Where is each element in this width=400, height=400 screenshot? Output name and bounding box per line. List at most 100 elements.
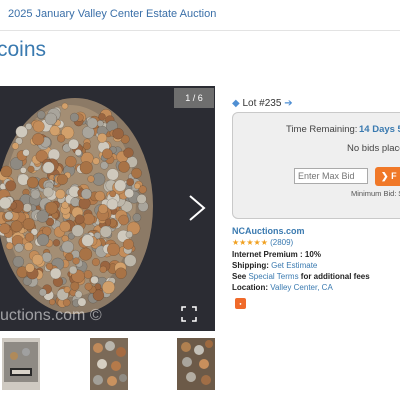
place-bid-label: F: [391, 171, 397, 181]
shipping-row: Shipping: Get Estimate: [232, 261, 317, 270]
coin: [96, 120, 104, 127]
terms-prefix: See: [232, 272, 247, 281]
photo-counter: 1 / 6: [174, 88, 214, 108]
thumbnail-1[interactable]: [2, 338, 40, 390]
coin: [65, 252, 74, 262]
coin: [12, 255, 25, 268]
coin: [31, 253, 44, 266]
terms-suffix: for additional fees: [300, 272, 370, 281]
coin: [41, 251, 53, 263]
coin: [98, 204, 109, 214]
coin: [136, 193, 147, 205]
coin: [44, 112, 58, 126]
next-photo-icon[interactable]: [186, 194, 208, 222]
seller-name-link[interactable]: NCAuctions.com: [232, 226, 305, 236]
coin: [0, 196, 12, 210]
coin: [122, 238, 134, 250]
location-label: Location:: [232, 283, 268, 292]
bid-arrow-icon: ❯: [381, 171, 389, 181]
coin: [32, 120, 45, 133]
coin: [101, 280, 116, 294]
coin: [65, 155, 77, 168]
coin: [126, 178, 135, 187]
place-bid-button[interactable]: ❯ F: [375, 167, 400, 186]
location-row: Location: Valley Center, CA: [232, 283, 333, 292]
coin: [24, 241, 34, 252]
coin: [4, 211, 14, 221]
terms-row: See Special Terms for additional fees: [232, 272, 370, 281]
coin: [79, 247, 93, 261]
coin: [68, 265, 78, 275]
special-terms-link[interactable]: Special Terms: [248, 272, 298, 281]
seller-rating[interactable]: ★★★★★ (2809): [232, 238, 293, 247]
coin: [24, 232, 35, 242]
coin: [99, 265, 107, 274]
fullscreen-icon[interactable]: [181, 306, 197, 322]
coin: [25, 263, 35, 273]
coin: [99, 225, 112, 238]
coin: [74, 148, 82, 157]
coin: [42, 161, 55, 174]
coin: [49, 267, 62, 280]
coin: [36, 210, 49, 223]
coin: [56, 134, 66, 143]
coin: [131, 167, 142, 179]
coin: [106, 168, 119, 181]
coin: [98, 113, 106, 121]
coin: [63, 286, 71, 294]
lot-navigation: ◆ Lot #235 ➔: [232, 98, 293, 109]
coin: [22, 203, 32, 213]
breadcrumb-auction-link[interactable]: 2025 January Valley Center Estate Auctio…: [8, 8, 216, 20]
coin: [74, 290, 83, 299]
coin: [83, 142, 91, 150]
max-bid-input[interactable]: [294, 168, 368, 184]
coin: [48, 298, 56, 306]
top-bar: 2025 January Valley Center Estate Auctio…: [0, 0, 400, 31]
internet-premium: Internet Premium : 10%: [232, 250, 321, 259]
coin: [69, 112, 80, 122]
coin: [0, 223, 11, 235]
shipping-estimate-link[interactable]: Get Estimate: [271, 261, 317, 270]
coin: [118, 214, 129, 226]
thumbnail-2[interactable]: [90, 338, 128, 390]
internet-premium-value: 10%: [304, 250, 321, 259]
coin: [114, 179, 127, 192]
coin: [106, 198, 119, 210]
previous-lot-icon[interactable]: ◆: [232, 98, 240, 109]
thumbnail-3[interactable]: [177, 338, 215, 390]
coin: [101, 148, 113, 160]
page-title: coins: [0, 38, 47, 61]
internet-premium-label: Internet Premium :: [232, 250, 303, 259]
coin: [42, 186, 54, 198]
coin: [14, 243, 24, 253]
lot-number: Lot #235: [242, 98, 282, 109]
coin: [92, 157, 100, 165]
location-link[interactable]: Valley Center, CA: [270, 283, 333, 292]
coin: [36, 110, 46, 120]
coin: [118, 161, 130, 173]
feed-icon[interactable]: ●: [235, 298, 246, 309]
coin: [61, 102, 69, 110]
coin: [27, 165, 35, 173]
coin: [26, 176, 39, 189]
coin: [115, 267, 127, 279]
shipping-label: Shipping:: [232, 261, 269, 270]
coin: [22, 149, 30, 157]
coin: [124, 254, 137, 267]
main-photo[interactable]: [0, 86, 215, 331]
coin: [125, 230, 133, 239]
coin: [134, 182, 141, 190]
time-remaining-label: Time Remaining:: [286, 124, 358, 135]
coin: [19, 166, 27, 174]
coin: [109, 190, 117, 198]
coin: [52, 239, 61, 247]
next-lot-icon[interactable]: ➔: [284, 98, 292, 109]
rating-count: (2809): [270, 238, 294, 247]
coin: [5, 180, 17, 192]
coin: [70, 197, 80, 207]
coin: [10, 220, 23, 233]
coin: [36, 233, 50, 246]
coin: [77, 297, 87, 307]
coin: [86, 117, 98, 129]
coin: [15, 125, 28, 138]
